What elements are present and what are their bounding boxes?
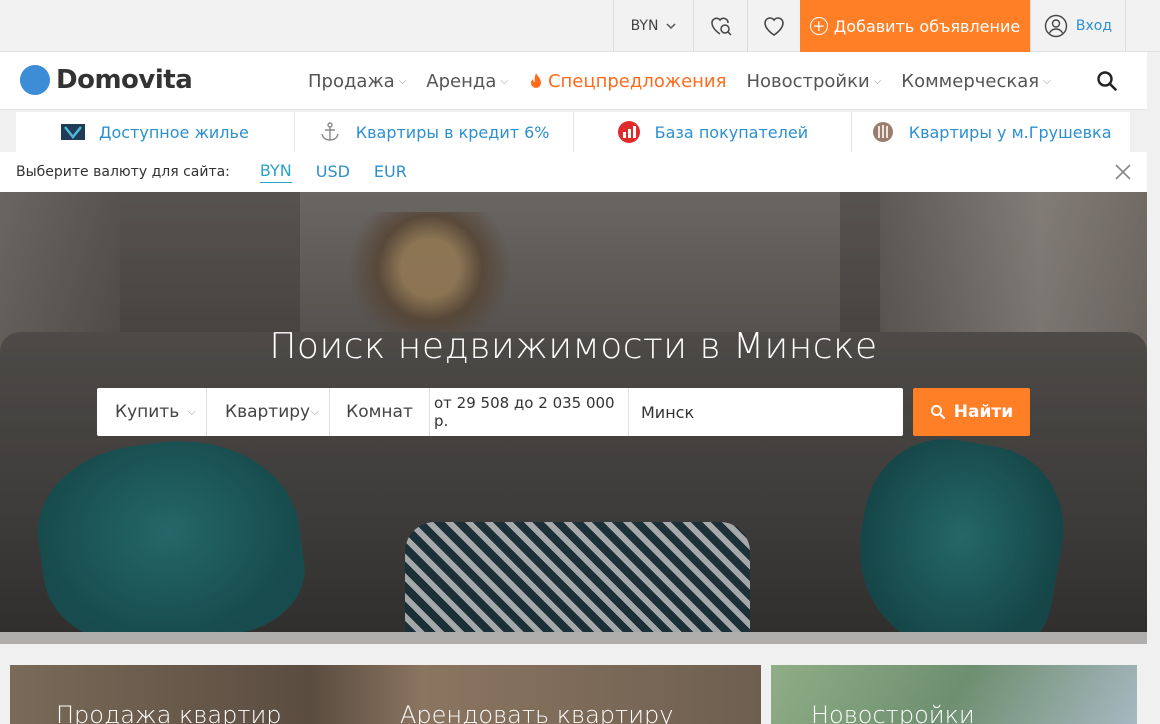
anchor-icon xyxy=(318,121,342,143)
chevron-down-icon xyxy=(666,22,676,29)
logo-text: Domovita xyxy=(56,65,193,95)
nav-item-label: Аренда xyxy=(426,70,497,92)
chevron-down-icon: ⌵ xyxy=(873,75,882,87)
promo-affordable-housing[interactable]: Доступное жилье xyxy=(16,112,294,152)
promo-label: Квартиры в кредит 6% xyxy=(355,122,550,142)
main-navigation: Domovita Продажа ⌵ Аренда ⌵ Спецпредложе… xyxy=(0,52,1147,110)
currency-select-label: Выберите валюту для сайта: xyxy=(16,164,230,180)
nav-item-rent[interactable]: Аренда ⌵ xyxy=(426,71,508,92)
login-label: Вход xyxy=(1075,18,1113,34)
nav-item-label: Коммерческая xyxy=(901,70,1040,92)
fire-icon xyxy=(530,73,541,88)
saved-search-icon xyxy=(710,17,732,36)
price-range-field[interactable]: от 29 508 до 2 035 000 р. xyxy=(430,388,629,436)
promo-bar: Доступное жилье Квартиры в кредит 6% Баз… xyxy=(16,112,1130,152)
currency-label: BYN xyxy=(630,18,659,34)
nav-item-new-buildings[interactable]: Новостройки ⌵ xyxy=(746,71,881,92)
promo-label: Доступное жилье xyxy=(98,122,249,142)
user-icon xyxy=(1044,14,1068,38)
tile-apartments-sale[interactable]: Продажа квартир xyxy=(56,701,282,724)
metro-icon xyxy=(871,121,895,143)
add-listing-label: Добавить объявление xyxy=(833,16,1021,36)
currency-switcher[interactable]: BYN xyxy=(613,0,693,52)
hero-section: Поиск недвижимости в Минске Купить ⌵ Ква… xyxy=(0,192,1147,644)
find-button-label: Найти xyxy=(953,402,1014,422)
chevron-down-icon: ⌵ xyxy=(500,75,508,87)
price-range-value: от 29 508 до 2 035 000 р. xyxy=(434,394,615,430)
nav-item-label: Новостройки xyxy=(746,70,870,92)
currency-option-eur[interactable]: EUR xyxy=(374,162,407,183)
deal-type-value: Купить xyxy=(115,402,180,422)
promo-grushevka-metro[interactable]: Квартиры у м.Грушевка xyxy=(851,112,1130,152)
find-button[interactable]: Найти xyxy=(913,388,1030,436)
deal-type-select[interactable]: Купить ⌵ xyxy=(97,388,207,436)
promo-buyers-base[interactable]: База покупателей xyxy=(572,112,852,152)
logo-circle-icon xyxy=(20,65,50,95)
rooms-select[interactable]: Комнат xyxy=(330,388,430,436)
logo[interactable]: Domovita xyxy=(20,62,193,98)
nav-links: Продажа ⌵ Аренда ⌵ Спецпредложения Новос… xyxy=(308,52,1051,110)
hero-title: Поиск недвижимости в Минске xyxy=(269,326,878,367)
tv-icon xyxy=(60,121,85,143)
search-form: Купить ⌵ Квартиру ⌵ Комнат от 29 508 до … xyxy=(97,388,903,436)
tile-apartments-sale-rent: Продажа квартир Арендовать квартиру xyxy=(10,665,761,724)
tile-apartments-rent[interactable]: Арендовать квартиру xyxy=(400,701,673,724)
search-icon xyxy=(930,405,945,420)
saved-searches-button[interactable] xyxy=(693,0,747,52)
nav-item-sale[interactable]: Продажа ⌵ xyxy=(308,71,406,92)
city-value: Минск xyxy=(641,402,695,422)
property-type-select[interactable]: Квартиру ⌵ xyxy=(207,388,330,436)
login-button[interactable]: Вход xyxy=(1030,0,1126,52)
currency-option-byn[interactable]: BYN xyxy=(259,161,292,183)
plus-circle-icon: + xyxy=(809,17,828,35)
chevron-down-icon: ⌵ xyxy=(187,405,196,418)
search-icon[interactable] xyxy=(1096,70,1118,92)
heart-icon xyxy=(764,17,784,36)
add-listing-button[interactable]: + Добавить объявление xyxy=(800,0,1030,52)
chevron-down-icon: ⌵ xyxy=(310,405,319,418)
promo-label: Квартиры у м.Грушевка xyxy=(908,122,1112,142)
nav-item-label: Спецпредложения xyxy=(547,70,727,92)
nav-item-label: Продажа xyxy=(308,70,395,92)
chart-icon xyxy=(617,121,641,143)
chevron-down-icon: ⌵ xyxy=(398,75,407,87)
city-input[interactable]: Минск xyxy=(629,388,903,436)
tile-new-buildings-label: Новостройки xyxy=(811,701,975,724)
promo-credit-apartments[interactable]: Квартиры в кредит 6% xyxy=(293,112,573,152)
tile-new-buildings[interactable]: Новостройки xyxy=(771,665,1137,724)
nav-item-special-offers[interactable]: Спецпредложения xyxy=(528,71,726,92)
close-icon[interactable] xyxy=(1114,163,1132,181)
currency-select-bar: Выберите валюту для сайта: BYN USD EUR xyxy=(0,152,1147,192)
property-type-value: Квартиру xyxy=(225,402,311,422)
rooms-value: Комнат xyxy=(346,402,413,422)
promo-label: База покупателей xyxy=(654,122,809,142)
top-utility-bar: BYN + Добавить объявление Вход xyxy=(0,0,1160,52)
favorites-button[interactable] xyxy=(747,0,800,52)
chevron-down-icon: ⌵ xyxy=(1043,75,1051,87)
nav-item-commercial[interactable]: Коммерческая ⌵ xyxy=(901,71,1050,92)
currency-option-usd[interactable]: USD xyxy=(316,162,350,183)
category-tiles: Продажа квартир Арендовать квартиру Ново… xyxy=(0,644,1160,724)
